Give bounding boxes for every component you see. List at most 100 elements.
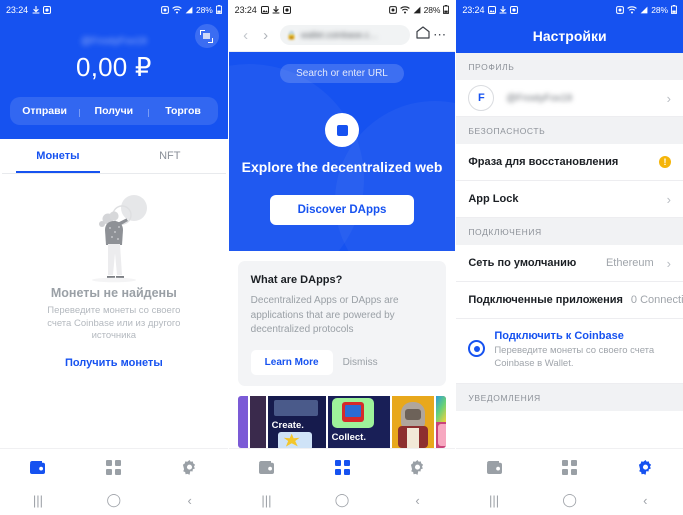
connect-coinbase-row[interactable]: Подключить к Coinbase Переведите монеты … [456, 319, 683, 384]
carousel-tile[interactable] [249, 395, 266, 448]
section-header-profile: ПРОФИЛЬ [456, 53, 683, 80]
tab-nft[interactable]: NFT [114, 139, 226, 173]
nav-dapps[interactable] [532, 459, 608, 475]
status-right-icons: 28% [388, 4, 450, 15]
wallet-action-bar: Отправи Получи Торгов [10, 97, 218, 125]
url-text: wallet.coinbase.c… [300, 30, 379, 40]
empty-illustration-icon [91, 195, 147, 283]
nav-dapps[interactable] [304, 459, 380, 475]
home-circle-icon[interactable]: ◯ [76, 492, 152, 508]
nav-wallet[interactable] [456, 460, 532, 475]
default-network-row[interactable]: Сеть по умолчанию Ethereum › [456, 245, 683, 282]
status-right-icons: 28% [161, 5, 222, 15]
learn-more-button[interactable]: Learn More [250, 349, 333, 375]
recents-icon[interactable]: ||| [456, 493, 532, 508]
nav-settings[interactable] [152, 459, 228, 475]
back-chevron-icon[interactable]: ‹ [607, 493, 683, 508]
search-pill[interactable]: Search or enter URL [280, 64, 404, 83]
avatar: F [468, 85, 495, 111]
empty-title: Монеты не найдены [50, 286, 177, 300]
section-header-security: БЕЗОПАСНОСТЬ [456, 117, 683, 144]
status-right-icons: 28% [616, 4, 678, 15]
app-icon [282, 5, 291, 14]
download-icon [272, 5, 280, 14]
browser-body: What are DApps? Decentralized Apps or DA… [228, 251, 456, 448]
status-left-icons [260, 5, 291, 14]
lock-icon: 🔒 [286, 30, 297, 40]
wallet-icon [258, 460, 274, 474]
tab-coins[interactable]: Монеты [2, 139, 114, 173]
default-network-value: Ethereum [605, 257, 654, 269]
home-circle-icon[interactable]: ◯ [532, 492, 608, 508]
nav-wallet[interactable] [229, 460, 305, 475]
chevron-left-icon[interactable]: ‹ [236, 27, 256, 44]
app-lock-row[interactable]: App Lock › [456, 181, 683, 218]
hero-title: Explore the decentralized web [241, 159, 443, 175]
alarm-icon [388, 5, 397, 14]
status-bar-settings: 23:24 28% [456, 0, 683, 19]
grid-apps-icon [562, 459, 578, 475]
carousel-tile[interactable]: Collect. [327, 395, 390, 448]
nft-carousel[interactable]: Create. Collect. [237, 395, 447, 448]
status-bar-browser: 23:24 28% [228, 0, 456, 19]
carousel-tile[interactable] [435, 395, 447, 448]
wallet-empty-state: Монеты не найдены Переведите монеты со с… [2, 174, 226, 448]
nav-dapps[interactable] [76, 459, 152, 475]
carousel-tile[interactable] [237, 395, 248, 448]
app-icon [43, 5, 52, 14]
wifi-icon [172, 5, 182, 13]
recents-icon[interactable]: ||| [229, 493, 305, 508]
battery-percent: 28% [651, 4, 669, 15]
empty-subtitle: Переведите монеты со своего счета Coinba… [47, 305, 181, 342]
status-time: 23:24 [234, 4, 257, 15]
url-input[interactable]: 🔒 wallet.coinbase.c… [279, 25, 411, 45]
battery-percent: 28% [423, 4, 441, 15]
panel-settings: 23:24 28% Настройки ПРОФИЛЬ F @FrostyFox… [455, 0, 683, 515]
nav-settings[interactable] [380, 459, 456, 475]
get-coins-link[interactable]: Получить монеты [65, 357, 163, 369]
profile-row[interactable]: F @FrostyFox19 › [456, 80, 683, 117]
back-chevron-icon[interactable]: ‹ [380, 493, 456, 508]
nav-wallet[interactable] [0, 460, 76, 475]
status-time: 23:24 [6, 4, 29, 15]
home-button[interactable] [414, 26, 431, 44]
back-chevron-icon[interactable]: ‹ [152, 493, 228, 508]
discover-dapps-button[interactable]: Discover DApps [269, 195, 415, 225]
card-actions: Learn More Dismiss [250, 349, 434, 375]
dismiss-button[interactable]: Dismiss [343, 357, 378, 368]
connected-apps-row[interactable]: Подключенные приложения 0 Connections [456, 282, 683, 319]
chevron-right-icon: › [666, 255, 672, 271]
settings-list[interactable]: ПРОФИЛЬ F @FrostyFox19 › БЕЗОПАСНОСТЬ Фр… [456, 53, 683, 448]
home-circle-icon[interactable]: ◯ [304, 492, 380, 508]
trade-button[interactable]: Торгов [148, 105, 217, 117]
carousel-tile-label: Collect. [331, 431, 366, 443]
alarm-icon [161, 5, 169, 14]
card-title: What are DApps? [250, 274, 343, 286]
overflow-menu-icon[interactable]: ⋯ [431, 27, 448, 43]
panel-wallet: 23:24 28% @FrostyFox19 0,00 ₽ Отправи По… [0, 0, 228, 515]
carousel-tile-label: Create. [271, 419, 304, 431]
signal-icon [185, 6, 193, 13]
wallet-balance: 0,00 ₽ [76, 52, 152, 82]
system-nav-settings: ||| ◯ ‹ [456, 485, 683, 515]
carousel-tile[interactable] [391, 395, 434, 448]
send-button[interactable]: Отправи [10, 105, 79, 117]
chevron-right-icon: › [666, 191, 672, 207]
recovery-phrase-row[interactable]: Фраза для восстановления ! [456, 144, 683, 181]
battery-percent: 28% [195, 4, 213, 15]
battery-icon [443, 5, 450, 14]
gear-icon [183, 459, 196, 475]
chevron-right-icon[interactable]: › [256, 27, 276, 44]
grid-apps-icon [106, 459, 122, 475]
recents-icon[interactable]: ||| [0, 493, 76, 508]
connected-apps-value: 0 Connections [630, 294, 683, 306]
gear-icon [638, 459, 651, 475]
carousel-tile[interactable]: Create. [267, 395, 326, 448]
what-are-dapps-card: What are DApps? Decentralized Apps or DA… [237, 261, 447, 386]
nav-settings[interactable] [607, 459, 683, 475]
receive-button[interactable]: Получи [79, 105, 148, 117]
wallet-tabs: Монеты NFT [2, 139, 226, 173]
section-header-connections: ПОДКЛЮЧЕНИЯ [456, 218, 683, 245]
card-body: Decentralized Apps or DApps are applicat… [250, 295, 399, 335]
home-icon [416, 26, 430, 39]
